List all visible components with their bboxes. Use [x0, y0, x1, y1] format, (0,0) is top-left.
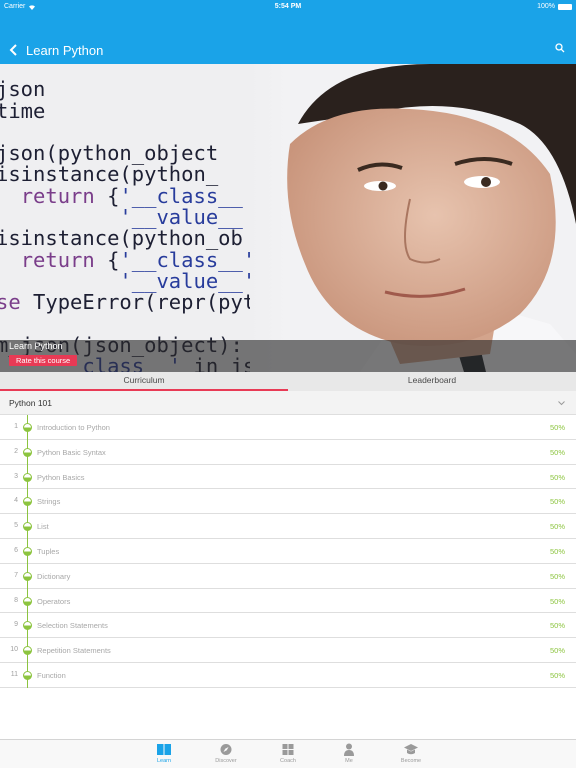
grid-icon	[282, 744, 294, 755]
lesson-row[interactable]: 11 Function 50%	[0, 662, 576, 688]
half-progress-icon	[23, 670, 32, 680]
battery-icon	[558, 3, 572, 10]
header: Carrier 5:54 PM 100% Learn Python	[0, 0, 576, 64]
lesson-number: 1	[14, 423, 18, 430]
tabbar-become[interactable]: Become	[391, 743, 431, 764]
lesson-row[interactable]: 5 List 50%	[0, 514, 576, 539]
tab-leaderboard[interactable]: Leaderboard	[288, 372, 576, 391]
lesson-title: List	[37, 522, 49, 532]
lesson-row[interactable]: 9 Selection Statements 50%	[0, 613, 576, 639]
lesson-number: 10	[10, 646, 18, 654]
half-progress-icon	[23, 546, 32, 556]
tabbar-me[interactable]: Me	[329, 743, 369, 764]
half-progress-icon	[23, 472, 32, 482]
nav-bar: Learn Python	[0, 36, 576, 64]
tab-curriculum[interactable]: Curriculum	[0, 372, 288, 391]
tabbar-discover[interactable]: Discover	[206, 743, 246, 764]
half-progress-icon	[23, 646, 32, 656]
lesson-title: Repetition Statements	[37, 646, 111, 656]
lesson-progress: 50%	[549, 546, 565, 556]
app-root: Carrier 5:54 PM 100% Learn Python json t…	[0, 0, 576, 768]
lesson-number: 4	[14, 497, 18, 505]
hero-caption-overlay	[0, 340, 576, 372]
compass-icon	[220, 744, 232, 755]
tabbar-learn[interactable]: Learn	[144, 743, 184, 764]
battery-label: 100%	[537, 3, 555, 10]
half-progress-icon	[23, 571, 32, 581]
search-icon[interactable]	[554, 42, 566, 54]
half-progress-icon	[23, 447, 32, 457]
course-title: Learn Python	[9, 341, 63, 351]
lesson-title: Function	[37, 670, 66, 680]
lesson-progress: 50%	[549, 571, 565, 581]
lesson-number: 8	[14, 596, 18, 604]
lesson-progress: 50%	[549, 646, 565, 656]
lesson-progress: 50%	[549, 423, 565, 432]
lesson-row[interactable]: 4 Strings 50%	[0, 489, 576, 515]
lesson-progress: 50%	[549, 596, 565, 606]
tabbar-label: Me	[345, 758, 353, 764]
lesson-progress: 50%	[549, 447, 565, 457]
section-header[interactable]: Python 101	[0, 391, 576, 415]
tabbar-coach[interactable]: Coach	[268, 743, 308, 764]
half-progress-icon	[23, 621, 32, 631]
lesson-row[interactable]: 8 Operators 50%	[0, 588, 576, 614]
lesson-number: 9	[14, 621, 18, 629]
person-icon	[344, 743, 354, 756]
back-button[interactable]: Learn Python	[8, 42, 103, 58]
lesson-title: Introduction to Python	[37, 423, 110, 432]
lesson-row[interactable]: 6 Tuples 50%	[0, 538, 576, 564]
portrait-illustration	[250, 64, 576, 372]
half-progress-icon	[23, 522, 32, 532]
lesson-number: 3	[14, 472, 18, 480]
lesson-number: 11	[10, 670, 18, 678]
rate-course-button[interactable]: Rate this course	[9, 355, 78, 366]
bottom-tab-bar: Learn Discover Coach Me Become	[0, 739, 576, 768]
status-bar: Carrier 5:54 PM 100%	[0, 0, 576, 14]
lesson-progress: 50%	[549, 621, 565, 631]
lesson-number: 2	[14, 447, 18, 455]
status-time: 5:54 PM	[274, 3, 302, 10]
lesson-number: 7	[14, 571, 18, 579]
chevron-down-icon	[558, 401, 565, 406]
book-icon	[157, 744, 171, 755]
status-battery: 100%	[537, 3, 572, 10]
half-progress-icon	[23, 423, 32, 432]
tabbar-label: Discover	[215, 758, 237, 764]
course-tabs: Curriculum Leaderboard	[0, 372, 576, 391]
course-hero-image: json time json(python_object isinstance(…	[0, 64, 576, 372]
half-progress-icon	[23, 497, 32, 507]
lesson-title: Dictionary	[37, 571, 71, 581]
lesson-row[interactable]: 3 Python Basics 50%	[0, 464, 576, 490]
lesson-title: Python Basics	[37, 472, 85, 482]
lesson-progress: 50%	[549, 670, 565, 680]
lesson-progress: 50%	[549, 522, 565, 532]
lesson-number: 5	[14, 522, 18, 530]
lesson-title: Selection Statements	[37, 621, 108, 631]
lesson-title: Strings	[37, 497, 61, 507]
tabbar-label: Learn	[156, 758, 172, 764]
section-title: Python 101	[9, 398, 53, 408]
lesson-row[interactable]: 10 Repetition Statements 50%	[0, 638, 576, 663]
half-progress-icon	[23, 596, 32, 606]
lesson-progress: 50%	[549, 472, 565, 482]
lesson-row[interactable]: 1 Introduction to Python 50%	[0, 415, 576, 440]
lesson-title: Python Basic Syntax	[37, 447, 106, 457]
lesson-row[interactable]: 2 Python Basic Syntax 50%	[0, 439, 576, 465]
lesson-title: Operators	[37, 596, 71, 606]
lesson-title: Tuples	[37, 546, 60, 556]
graduation-cap-icon	[404, 744, 418, 755]
page-title: Learn Python	[26, 42, 104, 58]
tabbar-label: Become	[400, 758, 422, 764]
lesson-row[interactable]: 7 Dictionary 50%	[0, 563, 576, 589]
lesson-progress: 50%	[549, 497, 565, 507]
chevron-left-icon	[9, 44, 17, 56]
lesson-number: 6	[14, 546, 18, 554]
tabbar-label: Coach	[280, 758, 296, 764]
lesson-list: 1 Introduction to Python 50% 2 Python Ba…	[0, 415, 576, 688]
